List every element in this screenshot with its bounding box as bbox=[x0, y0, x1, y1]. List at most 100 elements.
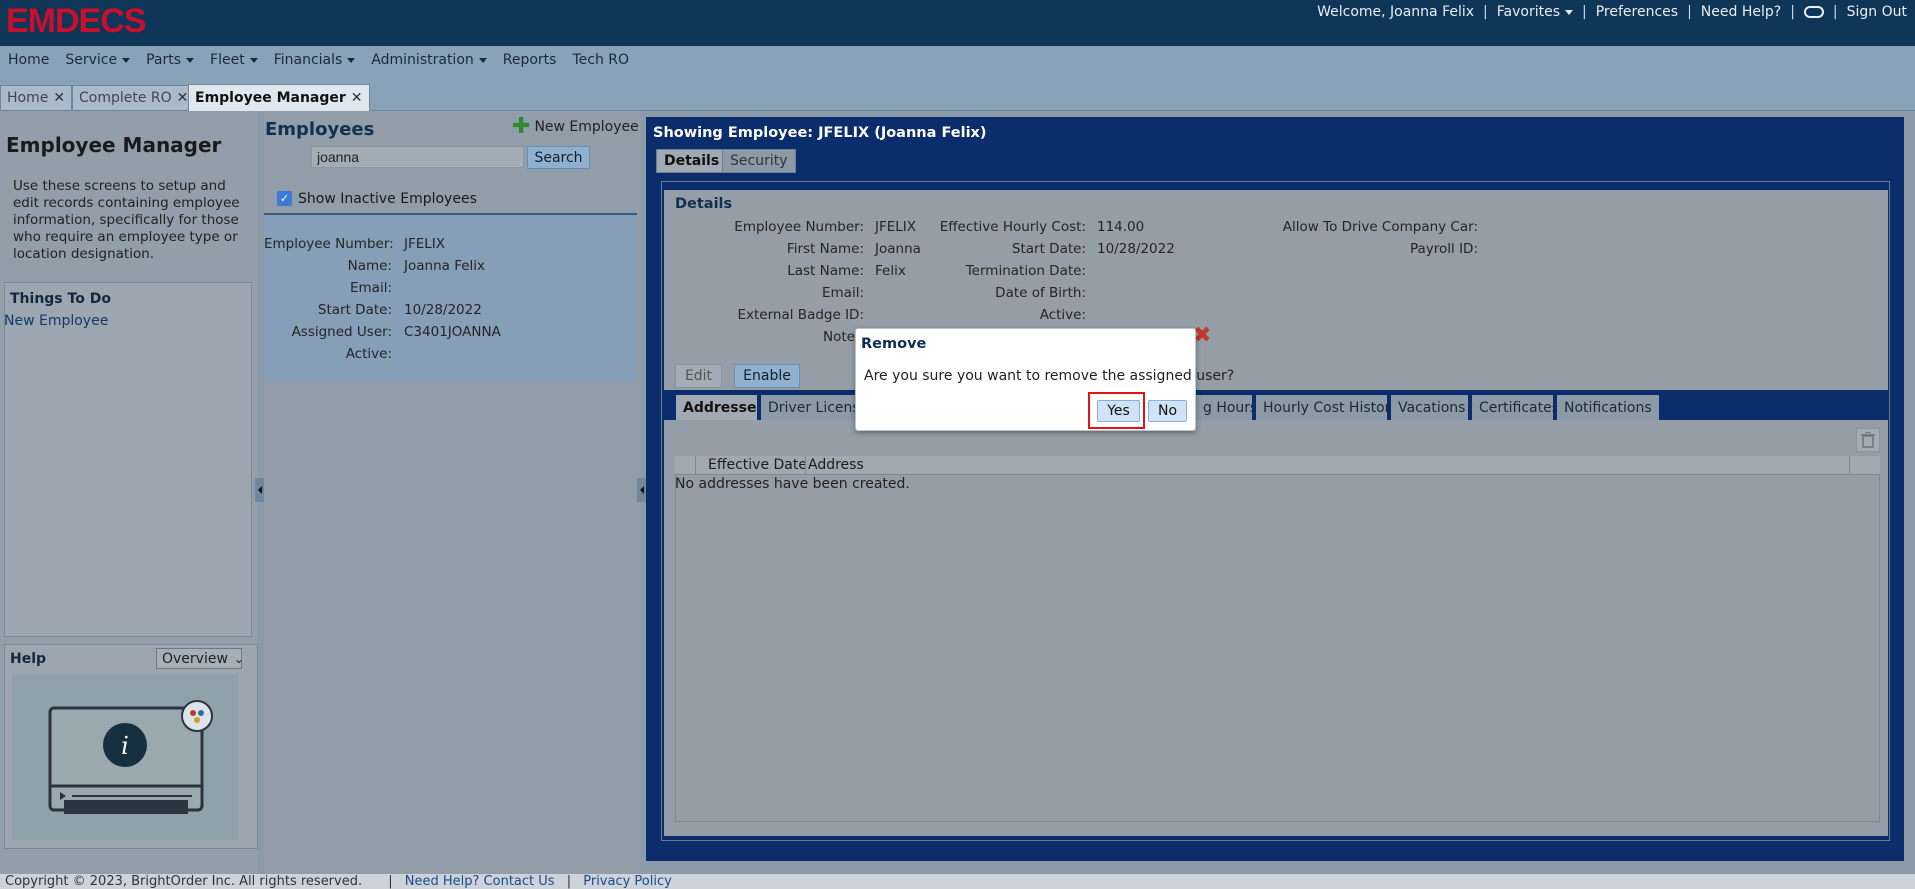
empty-message: No addresses have been created. bbox=[675, 476, 910, 492]
field-value: 10/28/2022 bbox=[404, 302, 482, 318]
field-label: Active: bbox=[1039, 307, 1086, 323]
field-label: Start Date: bbox=[1011, 241, 1086, 257]
video-player-icon: i bbox=[48, 700, 213, 814]
menu-item-service[interactable]: Service bbox=[57, 52, 138, 68]
field-label: Payroll ID: bbox=[1409, 241, 1478, 257]
tab-complete-ro[interactable]: Complete RO ✕ bbox=[72, 85, 196, 110]
tab-details[interactable]: Details bbox=[656, 149, 728, 173]
chevron-down-icon bbox=[1565, 9, 1574, 15]
field-value: 114.00 bbox=[1097, 219, 1145, 235]
separator: | bbox=[566, 874, 572, 889]
need-help-link[interactable]: Need Help? bbox=[1701, 4, 1781, 20]
help-topic-select[interactable]: Overview ⌄ bbox=[156, 648, 244, 669]
close-icon[interactable]: ✕ bbox=[53, 90, 65, 106]
field-value: JFELIX bbox=[404, 236, 446, 252]
menu-label: Fleet bbox=[210, 52, 245, 68]
new-employee-button[interactable]: ✚ New Employee bbox=[512, 116, 639, 138]
main-menu: Home Service Parts Fleet Financials Admi… bbox=[0, 46, 1915, 74]
favorites-menu[interactable]: Favorites bbox=[1496, 4, 1574, 20]
close-icon[interactable]: ✕ bbox=[177, 90, 189, 106]
footer: Copyright © 2023, BrightOrder Inc. All r… bbox=[0, 874, 1915, 889]
tab-home[interactable]: Home ✕ bbox=[0, 85, 73, 110]
menu-item-home[interactable]: Home bbox=[0, 52, 57, 68]
grid-header: Effective Date Address bbox=[675, 456, 1880, 475]
sign-out-link[interactable]: Sign Out bbox=[1847, 4, 1907, 20]
separator: | bbox=[1687, 4, 1692, 20]
menu-item-administration[interactable]: Administration bbox=[363, 52, 494, 68]
tab-label: Complete RO bbox=[79, 90, 172, 106]
field-label: Termination Date: bbox=[965, 263, 1086, 279]
grid-header-effective-date[interactable]: Effective Date bbox=[708, 457, 807, 473]
contact-us-link[interactable]: Need Help? Contact Us bbox=[405, 874, 555, 889]
field-label: Employee Number: bbox=[734, 219, 864, 235]
page-title: Employee Manager bbox=[6, 133, 222, 157]
employees-title: Employees bbox=[265, 119, 375, 140]
tab-security[interactable]: Security bbox=[722, 149, 796, 173]
chat-icon[interactable] bbox=[1803, 6, 1824, 18]
menu-item-financials[interactable]: Financials bbox=[266, 52, 364, 68]
no-button[interactable]: No bbox=[1148, 400, 1187, 422]
field-label: Email: bbox=[821, 285, 864, 301]
field-label: Start Date: bbox=[317, 302, 392, 318]
things-to-do-box bbox=[4, 282, 252, 637]
separator: | bbox=[388, 874, 393, 889]
separator: | bbox=[1582, 4, 1587, 20]
menu-item-parts[interactable]: Parts bbox=[138, 52, 202, 68]
field-value: 10/28/2022 bbox=[1097, 241, 1175, 257]
dialog-title: Remove bbox=[861, 336, 927, 352]
yes-button[interactable]: Yes bbox=[1097, 400, 1140, 422]
tab-employee-manager[interactable]: Employee Manager ✕ bbox=[188, 84, 370, 111]
favorites-label: Favorites bbox=[1496, 4, 1561, 20]
grid-header-divider bbox=[805, 456, 806, 474]
preferences-link[interactable]: Preferences bbox=[1596, 4, 1678, 20]
search-input[interactable] bbox=[311, 146, 524, 168]
top-links: Welcome, Joanna Felix | Favorites | Pref… bbox=[1317, 4, 1907, 20]
menu-label: Financials bbox=[273, 52, 343, 68]
tab-label: Home bbox=[7, 90, 49, 106]
menu-item-reports[interactable]: Reports bbox=[495, 52, 565, 68]
field-label: Employee Number: bbox=[264, 236, 394, 252]
field-label: Note bbox=[823, 329, 855, 345]
emdecs-logo[interactable]: EMDECS bbox=[6, 3, 146, 39]
grid-header-address[interactable]: Address bbox=[808, 457, 864, 473]
tab-hourly-cost-history[interactable]: Hourly Cost History bbox=[1252, 395, 1406, 420]
tab-vacations[interactable]: Vacations bbox=[1387, 395, 1473, 420]
field-value: Joanna bbox=[875, 241, 921, 257]
svg-text:i: i bbox=[121, 732, 129, 760]
menu-item-tech-ro[interactable]: Tech RO bbox=[564, 52, 637, 68]
separator: | bbox=[1832, 4, 1838, 20]
tab-certificates[interactable]: Certificates bbox=[1468, 395, 1567, 420]
tab-label: Employee Manager bbox=[195, 90, 346, 106]
tab-notifications[interactable]: Notifications bbox=[1553, 395, 1659, 420]
show-inactive-checkbox[interactable]: ✓ bbox=[277, 191, 292, 206]
close-icon[interactable]: ✕ bbox=[351, 90, 363, 106]
field-label: Effective Hourly Cost: bbox=[939, 219, 1086, 235]
field-label: Email: bbox=[349, 280, 392, 296]
search-button[interactable]: Search bbox=[527, 146, 590, 169]
enable-button[interactable]: Enable bbox=[734, 364, 800, 388]
edit-button[interactable]: Edit bbox=[675, 364, 722, 388]
menu-label: Administration bbox=[371, 52, 474, 68]
menu-label: Service bbox=[65, 52, 118, 68]
field-value: Felix bbox=[875, 263, 906, 279]
welcome-text: Welcome, Joanna Felix bbox=[1317, 4, 1475, 20]
things-to-do-title: Things To Do bbox=[10, 291, 111, 307]
page-description: Use these screens to setup and edit reco… bbox=[13, 178, 240, 262]
field-label: Date of Birth: bbox=[995, 285, 1086, 301]
privacy-policy-link[interactable]: Privacy Policy bbox=[583, 874, 672, 889]
new-employee-label: New Employee bbox=[534, 119, 639, 135]
new-employee-link[interactable]: New Employee bbox=[4, 313, 108, 329]
grid-header-divider bbox=[1849, 456, 1850, 474]
help-video-thumbnail[interactable]: i bbox=[12, 674, 238, 840]
dialog-message: Are you sure you want to remove the assi… bbox=[864, 368, 1235, 384]
menu-label: Parts bbox=[146, 52, 182, 68]
grid-header-select[interactable] bbox=[675, 456, 696, 474]
field-label: Assigned User: bbox=[291, 324, 392, 340]
separator: | bbox=[1790, 4, 1795, 20]
chevron-down-icon bbox=[249, 57, 258, 63]
menu-item-fleet[interactable]: Fleet bbox=[202, 52, 266, 68]
field-label: Last Name: bbox=[787, 263, 864, 279]
trash-icon[interactable] bbox=[1856, 428, 1880, 452]
separator: | bbox=[1483, 4, 1488, 20]
field-value: C3401JOANNA bbox=[404, 324, 501, 340]
